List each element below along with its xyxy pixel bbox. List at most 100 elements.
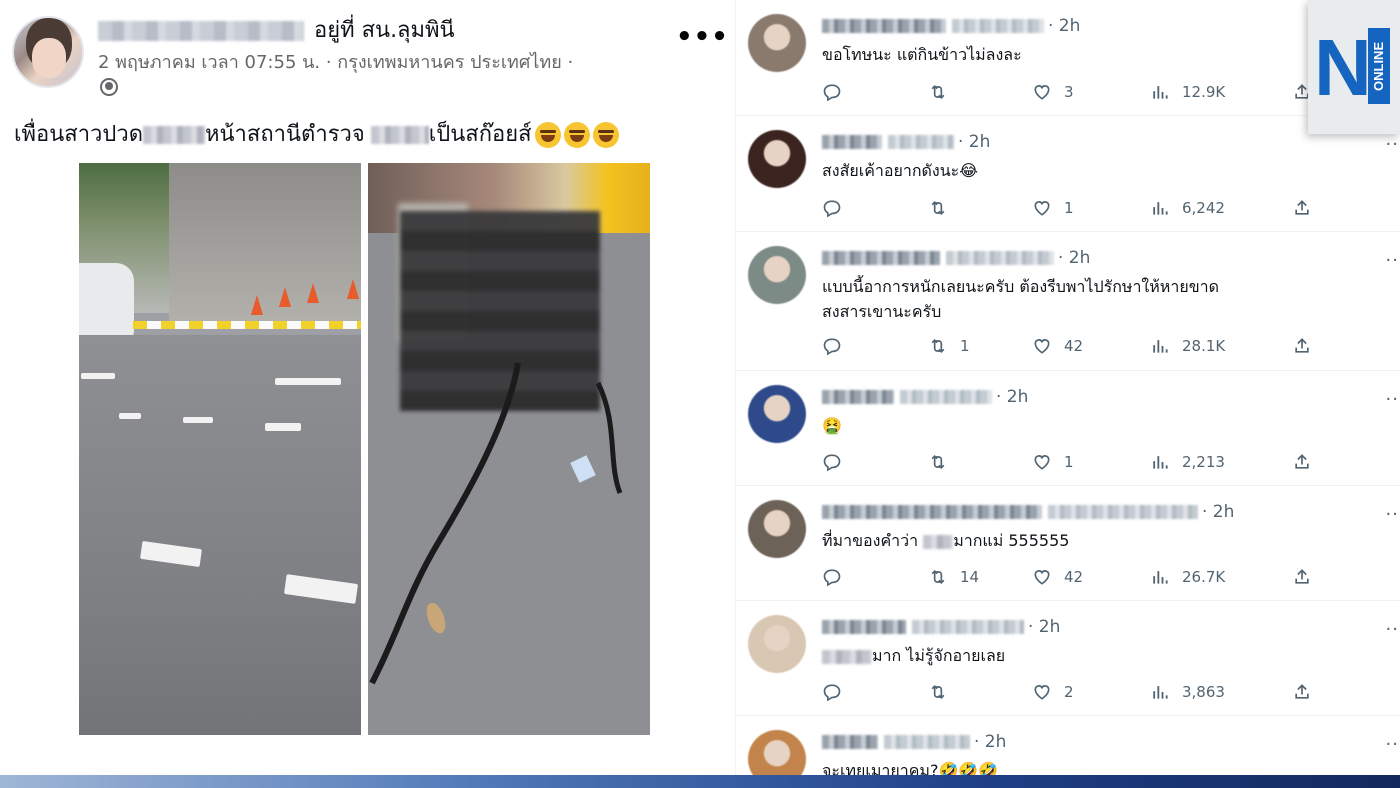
blurred-display-name[interactable] [822,135,882,149]
blurred-display-name[interactable] [822,390,894,404]
post-author[interactable]: อยู่ที่ สน.ลุมพินี [98,16,455,46]
reply-item[interactable]: · 2h แบบนี้อาการหนักเลยนะครับ ต้องรีบพาไป… [736,232,1400,371]
retweet-icon [928,567,948,587]
views-button[interactable]: 2,213 [1150,450,1225,474]
reply-text: 🤮 [822,413,842,438]
blurred-display-name[interactable] [822,735,878,749]
reply-button[interactable] [822,196,854,220]
blurred-display-name[interactable] [822,19,946,33]
blurred-display-name[interactable] [822,620,906,634]
reply-avatar[interactable] [748,14,806,72]
news-logo: N ONLINE [1308,0,1400,134]
share-button[interactable] [1292,680,1312,704]
like-icon [1032,682,1052,702]
reply-avatar[interactable] [748,615,806,673]
reply-avatar[interactable] [748,246,806,304]
like-button[interactable]: 42 [1032,565,1083,589]
reply-item[interactable]: · 2h ขอโทษนะ แต่กินข้าวไม่ลงละ 3 12.9K [736,0,1400,116]
reply-time[interactable]: · 2h [1048,16,1080,36]
reply-time[interactable]: · 2h [1028,617,1060,637]
blurred-display-name[interactable] [822,251,940,265]
retweet-button[interactable] [928,450,960,474]
more-options-icon[interactable]: ·· [1386,734,1399,755]
share-button[interactable] [1292,565,1312,589]
reply-button[interactable] [822,680,854,704]
reply-button[interactable] [822,565,854,589]
retweet-button[interactable] [928,196,960,220]
retweet-button[interactable]: 14 [928,565,979,589]
reply-item[interactable]: · 2h สงสัยเค้าอยากดังนะ😂 1 6,242 ·· [736,116,1400,232]
bottom-gradient-bar [0,775,1400,788]
reply-avatar[interactable] [748,500,806,558]
views-button[interactable]: 12.9K [1150,80,1225,104]
more-options-button[interactable]: ••• [676,22,729,52]
reply-text: สงสัยเค้าอยากดังนะ😂 [822,158,978,183]
blurred-username[interactable] [1048,505,1198,519]
reply-item[interactable]: · 2h ที่มาของคำว่า มากแม่ 555555 14 42 26.7K… [736,486,1400,601]
reply-time[interactable]: · 2h [1058,248,1090,268]
blurred-username[interactable] [900,390,992,404]
reply-action-bar: 2 3,863 [822,680,1382,704]
retweet-button[interactable] [928,680,960,704]
blurred-caption-word [370,126,429,144]
reply-text-part: ที่มาของคำว่า [822,531,924,550]
reply-button[interactable] [822,450,854,474]
reply-text: ที่มาของคำว่า มากแม่ 555555 [822,528,1069,553]
retweet-icon [928,198,948,218]
like-button[interactable]: 42 [1032,334,1083,358]
blurred-username[interactable] [912,620,1024,634]
views-button[interactable]: 28.1K [1150,334,1225,358]
reply-text-part: 🤮 [822,416,842,435]
more-options-icon[interactable]: ·· [1386,504,1399,525]
reply-action-bar: 1 2,213 [822,450,1382,474]
like-icon [1032,336,1052,356]
author-avatar[interactable] [12,16,84,88]
like-button[interactable]: 1 [1032,450,1074,474]
reply-avatar[interactable] [748,130,806,188]
reply-time[interactable]: · 2h [974,732,1006,752]
blurred-username[interactable] [952,19,1044,33]
more-options-icon[interactable]: ·· [1386,619,1399,640]
share-button[interactable] [1292,334,1312,358]
like-button[interactable]: 3 [1032,80,1074,104]
post-photo-street[interactable] [79,163,361,735]
post-photo-blurred[interactable] [368,163,650,735]
like-count: 42 [1064,337,1084,355]
views-button[interactable]: 6,242 [1150,196,1225,220]
blurred-username[interactable] [946,251,1054,265]
reply-avatar[interactable] [748,385,806,443]
more-options-icon[interactable]: ·· [1386,134,1399,155]
reply-icon [822,82,842,102]
reply-time[interactable]: · 2h [996,387,1028,407]
like-button[interactable]: 2 [1032,680,1074,704]
like-icon [1032,82,1052,102]
blurred-display-name[interactable] [822,505,1042,519]
retweet-button[interactable]: 1 [928,334,970,358]
reply-button[interactable] [822,334,854,358]
globe-icon [100,78,118,96]
post-location-check-in[interactable]: อยู่ที่ สน.ลุมพินี [314,18,455,43]
blurred-username[interactable] [888,135,954,149]
reply-time[interactable]: · 2h [1202,502,1234,522]
views-button[interactable]: 3,863 [1150,680,1225,704]
share-button[interactable] [1292,196,1312,220]
reply-time[interactable]: · 2h [958,132,990,152]
blurred-username[interactable] [884,735,970,749]
like-button[interactable]: 1 [1032,196,1074,220]
share-button[interactable] [1292,450,1312,474]
retweet-button[interactable] [928,80,960,104]
rofl-emoji-icon [592,122,619,148]
post-meta: 2 พฤษภาคม เวลา 07:55 น. · กรุงเทพมหานคร … [98,52,574,73]
reply-item[interactable]: · 2h 🤮 1 2,213 ·· [736,371,1400,486]
replies-feed: · 2h ขอโทษนะ แต่กินข้าวไม่ลงละ 3 12.9K · 2h ส… [735,0,1400,788]
caption-part: เพื่อนสาวปวด [14,122,144,147]
reply-item[interactable]: · 2h มาก ไม่รู้จักอายเลย 2 3,863 ·· [736,601,1400,716]
views-button[interactable]: 26.7K [1150,565,1225,589]
like-icon [1032,567,1052,587]
views-icon [1150,682,1170,702]
more-options-icon[interactable]: ·· [1386,250,1399,271]
more-options-icon[interactable]: ·· [1386,389,1399,410]
reply-text-part: สงสัยเค้าอยากดังนะ😂 [822,161,978,180]
reply-text-part: มาก ไม่รู้จักอายเลย [872,646,1006,665]
reply-button[interactable] [822,80,854,104]
